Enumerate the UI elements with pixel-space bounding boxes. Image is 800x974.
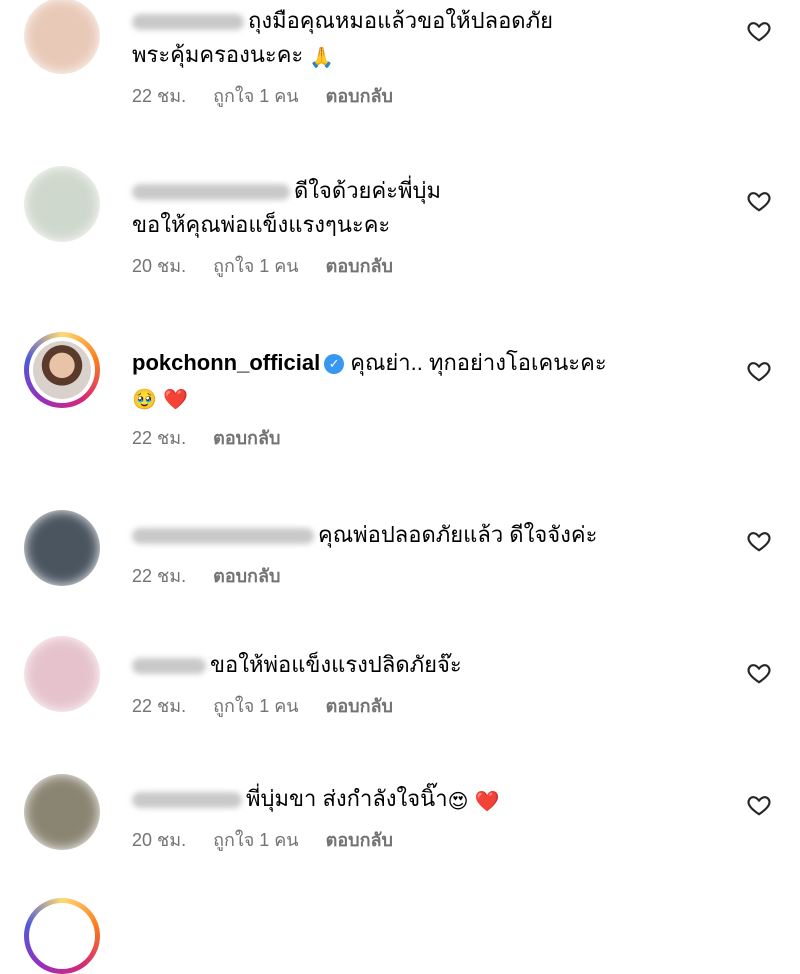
comment-meta: 20 ชม. ถูกใจ 1 คน ตอบกลับ <box>132 828 740 852</box>
timestamp: 22 ชม. <box>132 86 187 106</box>
reply-button[interactable]: ตอบกลับ <box>326 830 393 850</box>
timestamp: 22 ชม. <box>132 696 187 716</box>
comment-text-line: คุณย่า.. ทุกอย่างโอเคนะคะ <box>350 350 607 375</box>
comment-meta: 22 ชม. ถูกใจ 1 คน ตอบกลับ <box>132 84 740 108</box>
comment-meta: 20 ชม. ถูกใจ 1 คน ตอบกลับ <box>132 254 740 278</box>
teary-face-emoji: 🥹 <box>132 389 157 411</box>
red-heart-emoji: ❤️ <box>163 389 188 411</box>
avatar-story-ring[interactable] <box>24 332 100 408</box>
reply-button[interactable]: ตอบกลับ <box>326 256 393 276</box>
like-count[interactable]: ถูกใจ 1 คน <box>213 256 299 276</box>
like-count[interactable]: ถูกใจ 1 คน <box>213 830 299 850</box>
timestamp: 22 ชม. <box>132 428 187 448</box>
blurred-username[interactable] <box>132 184 290 201</box>
like-count[interactable]: ถูกใจ 1 คน <box>213 696 299 716</box>
comment-text: pokchonn_official ✓ คุณย่า.. ทุกอย่างโอเคน… <box>132 346 740 414</box>
pray-emoji: 🙏 <box>309 47 335 69</box>
comment-text-line: ถุงมือคุณหมอแล้วขอให้ปลอดภัย <box>248 8 553 33</box>
comment-text-line: ขอให้คุณพ่อแข็งแรงๆนะคะ <box>132 212 391 237</box>
comment-text: คุณพ่อปลอดภัยแล้ว ดีใจจังค่ะ <box>132 518 740 552</box>
comment-text: พี่บุ่มขา ส่งกำลังใจนิ๊า😍 ❤️ <box>132 782 740 816</box>
comment-meta: 22 ชม. ตอบกลับ <box>132 564 740 588</box>
like-heart-icon[interactable] <box>746 358 772 384</box>
comment-text-line: พระคุ้มครองนะคะ <box>132 42 304 67</box>
avatar[interactable] <box>24 774 100 850</box>
comment-text-line: พี่บุ่มขา ส่งกำลังใจนิ๊า <box>246 786 448 811</box>
comment-meta: 22 ชม. ถูกใจ 1 คน ตอบกลับ <box>132 694 740 718</box>
reply-button[interactable]: ตอบกลับ <box>326 696 393 716</box>
reply-button[interactable]: ตอบกลับ <box>213 428 280 448</box>
blurred-username[interactable] <box>132 14 244 31</box>
blurred-username[interactable] <box>132 792 242 809</box>
like-heart-icon[interactable] <box>746 18 772 44</box>
like-heart-icon[interactable] <box>746 528 772 554</box>
blurred-username[interactable] <box>132 528 314 545</box>
like-heart-icon[interactable] <box>746 792 772 818</box>
avatar[interactable] <box>24 166 100 242</box>
timestamp: 20 ชม. <box>132 256 187 276</box>
reply-button[interactable]: ตอบกลับ <box>213 566 280 586</box>
avatar[interactable] <box>24 510 100 586</box>
comment-meta: 22 ชม. ตอบกลับ <box>132 426 740 450</box>
comment-text-line: ดีใจด้วยค่ะพี่บุ่ม <box>294 178 441 203</box>
timestamp: 22 ชม. <box>132 566 187 586</box>
comment-text-line: คุณพ่อปลอดภัยแล้ว ดีใจจังค่ะ <box>318 522 598 547</box>
avatar <box>33 341 91 399</box>
comment-text-line: ขอให้พ่อแข็งแรงปลิดภัยจ๊ะ <box>210 652 462 677</box>
like-heart-icon[interactable] <box>746 188 772 214</box>
comment-text: ดีใจด้วยค่ะพี่บุ่ม ขอให้คุณพ่อแข็งแรงๆนะ… <box>132 174 740 242</box>
comment-text: ขอให้พ่อแข็งแรงปลิดภัยจ๊ะ <box>132 648 740 682</box>
verified-badge-icon: ✓ <box>324 354 345 374</box>
avatar[interactable] <box>24 0 100 74</box>
heart-eyes-emoji: 😍 <box>447 791 469 813</box>
username[interactable]: pokchonn_official <box>132 350 320 375</box>
like-heart-icon[interactable] <box>746 660 772 686</box>
blurred-username[interactable] <box>132 658 206 675</box>
timestamp: 20 ชม. <box>132 830 187 850</box>
avatar[interactable] <box>24 636 100 712</box>
reply-button[interactable]: ตอบกลับ <box>326 86 393 106</box>
comment-text: ถุงมือคุณหมอแล้วขอให้ปลอดภัย พระคุ้มครอง… <box>132 4 740 72</box>
like-count[interactable]: ถูกใจ 1 คน <box>213 86 299 106</box>
avatar-story-ring[interactable] <box>24 898 100 974</box>
red-heart-emoji: ❤️ <box>474 791 500 813</box>
